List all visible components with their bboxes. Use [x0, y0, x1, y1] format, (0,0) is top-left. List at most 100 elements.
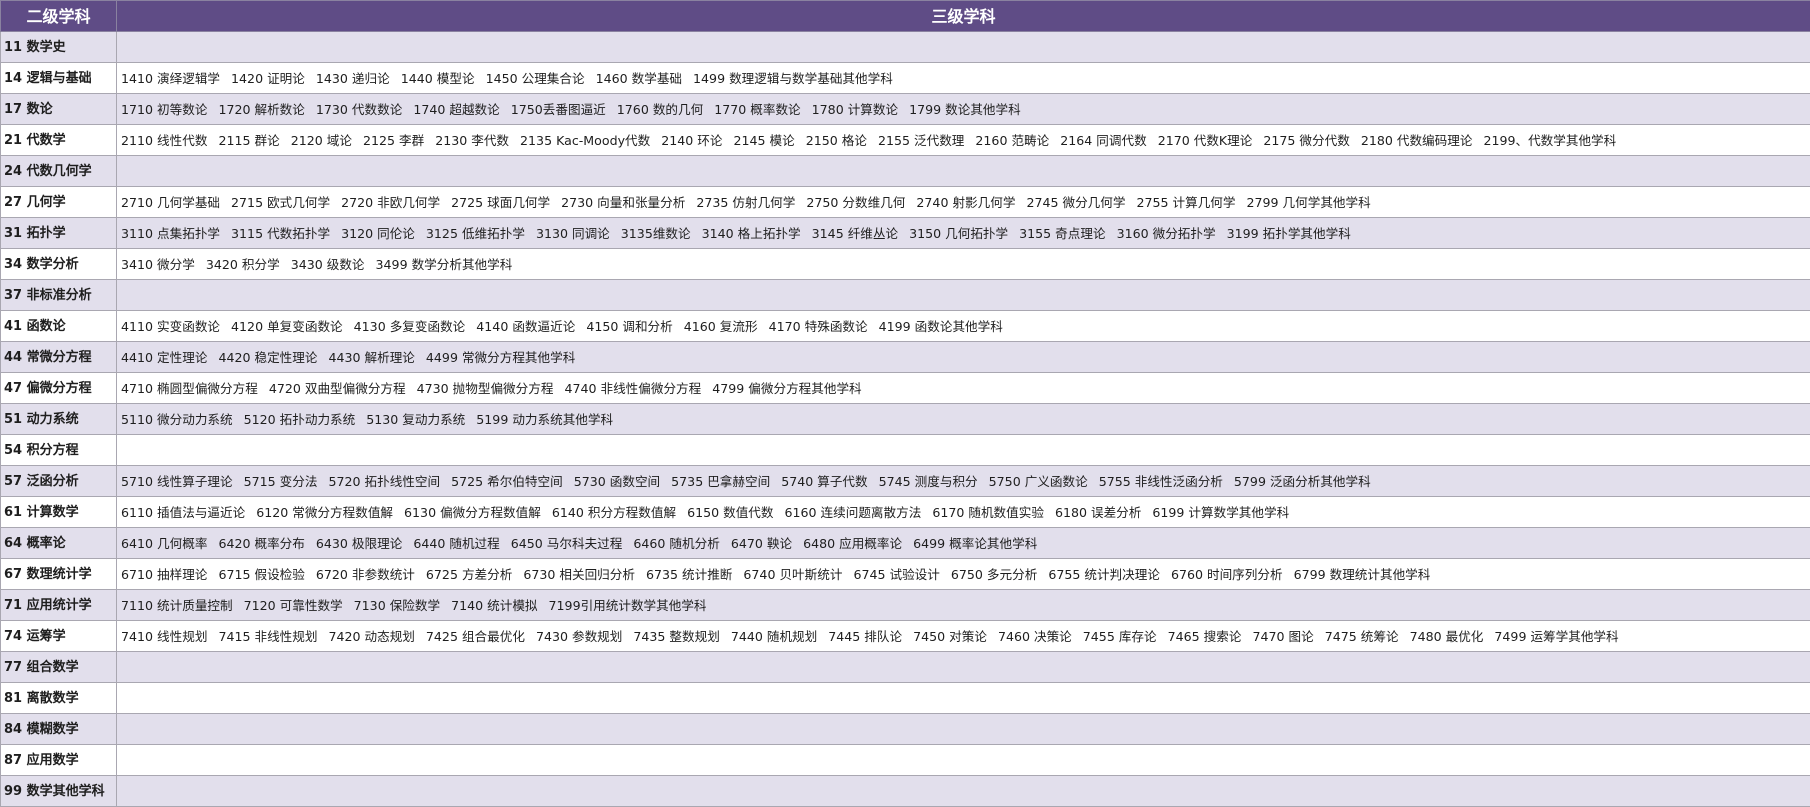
level3-subject: 7499 运筹学其他学科 [1494, 628, 1619, 644]
level3-subject: 6170 随机数值实验 [932, 504, 1044, 520]
level3-subject: 3160 微分拓扑学 [1116, 225, 1216, 241]
level2-subject-cell: 51 动力系统 [0, 403, 117, 435]
level3-subject: 1760 数的几何 [616, 101, 704, 117]
level3-subject: 4730 抛物型偏微分方程 [416, 380, 554, 396]
level3-subject: 2725 球面几何学 [451, 194, 551, 210]
table-row: 54 积分方程 [0, 434, 1810, 466]
table-row: 77 组合数学 [0, 651, 1810, 683]
table-row: 99 数学其他学科 [0, 775, 1810, 807]
level3-subject: 7140 统计模拟 [451, 597, 538, 613]
table-row: 51 动力系统 5110 微分动力系统 5120 拓扑动力系统 5130 复动力系统 5… [0, 403, 1810, 435]
level3-subject: 2710 几何学基础 [121, 194, 221, 210]
level3-subject: 6760 时间序列分析 [1170, 566, 1283, 582]
level3-subjects-cell: 6110 插值法与逼近论 6120 常微分方程数值解 6130 偏微分方程数值解 61… [116, 496, 1810, 528]
level3-subject: 6120 常微分方程数值解 [256, 504, 394, 520]
level3-subject: 1460 数学基础 [595, 70, 683, 86]
level2-subject-cell: 64 概率论 [0, 527, 117, 559]
table-row: 41 函数论 4110 实变函数论 4120 单复变函数论 4130 多复变函数论 41… [0, 310, 1810, 342]
table-row: 27 几何学 2710 几何学基础 2715 欧式几何学 2720 非欧几何学 2725… [0, 186, 1810, 218]
level3-subject: 6730 相关回归分析 [523, 566, 635, 582]
level3-subject: 2120 域论 [290, 132, 352, 148]
level3-subjects-cell: 1410 演绎逻辑学 1420 证明论 1430 递归论 1440 模型论 1450 公… [116, 62, 1810, 94]
level3-subject: 5745 测度与积分 [878, 473, 978, 489]
table-row: 24 代数几何学 [0, 155, 1810, 187]
level3-subject: 2735 仿射几何学 [696, 194, 796, 210]
level3-subject: 3199 拓扑学其他学科 [1226, 225, 1351, 241]
level2-subject-cell: 57 泛函分析 [0, 465, 117, 497]
level3-subject: 6499 概率论其他学科 [913, 535, 1038, 551]
level3-subjects-cell [116, 651, 1810, 683]
table-row: 64 概率论 6410 几何概率 6420 概率分布 6430 极限理论 6440 随机… [0, 527, 1810, 559]
level3-subject: 1430 递归论 [315, 70, 390, 86]
level3-subject: 7440 随机规划 [730, 628, 818, 644]
level2-subject-cell: 81 离散数学 [0, 682, 117, 714]
level2-subject-cell: 31 拓扑学 [0, 217, 117, 249]
table-row: 47 偏微分方程 4710 椭圆型偏微分方程 4720 双曲型偏微分方程 4730 抛… [0, 372, 1810, 404]
level3-subjects-cell [116, 713, 1810, 745]
level3-subjects-cell: 2110 线性代数 2115 群论 2120 域论 2125 李群 2130 李代数 21… [116, 124, 1810, 156]
level3-subject: 5715 变分法 [243, 473, 318, 489]
level3-subject: 4430 解析理论 [328, 349, 415, 365]
level2-subject-cell: 21 代数学 [0, 124, 117, 156]
level3-subject: 1730 代数数论 [315, 101, 403, 117]
level3-subject: 5199 动力系统其他学科 [476, 411, 614, 427]
level3-subject: 2130 李代数 [435, 132, 510, 148]
level2-subject-cell: 11 数学史 [0, 31, 117, 63]
level3-subjects-cell [116, 279, 1810, 311]
level3-subject: 1799 数论其他学科 [909, 101, 1021, 117]
level3-subject: 4799 偏微分方程其他学科 [712, 380, 862, 396]
level3-subject: 2745 微分几何学 [1026, 194, 1126, 210]
level3-subject: 6130 偏微分方程数值解 [404, 504, 541, 520]
level3-subject: 5120 拓扑动力系统 [243, 411, 356, 427]
level2-subject-cell: 37 非标准分析 [0, 279, 117, 311]
level2-subject-cell: 41 函数论 [0, 310, 117, 342]
level3-subject: 1420 证明论 [231, 70, 305, 86]
level3-subject: 6460 随机分析 [633, 535, 720, 551]
level3-subject: 1410 演绎逻辑学 [121, 70, 221, 86]
level3-subject: 6750 多元分析 [950, 566, 1038, 582]
level2-subject-cell: 84 模糊数学 [0, 713, 117, 745]
table-row: 67 数理统计学 6710 抽样理论 6715 假设检验 6720 非参数统计 6725… [0, 558, 1810, 590]
level3-subject: 6720 非参数统计 [315, 566, 415, 582]
level2-subject-cell: 67 数理统计学 [0, 558, 117, 590]
table-row: 81 离散数学 [0, 682, 1810, 714]
level3-subject: 6410 几何概率 [121, 535, 208, 551]
level3-subject: 5740 算子代数 [781, 473, 868, 489]
level3-subject: 3145 纤维丛论 [811, 225, 899, 241]
level3-subject: 3135维数论 [620, 225, 691, 241]
header-row: 二级学科 三级学科 [0, 0, 1810, 32]
level2-subject-cell: 27 几何学 [0, 186, 117, 218]
level3-subject: 5710 线性算子理论 [121, 473, 233, 489]
level3-subject: 3125 低维拓扑学 [425, 225, 525, 241]
level3-subject: 7120 可靠性数学 [243, 597, 343, 613]
level3-subject: 7410 线性规划 [121, 628, 208, 644]
level3-subject: 1740 超越数论 [413, 101, 500, 117]
level3-subject: 4160 复流形 [683, 318, 758, 334]
level3-subject: 2140 环论 [661, 132, 723, 148]
table-row: 84 模糊数学 [0, 713, 1810, 745]
level3-subject: 2155 泛代数理 [877, 132, 965, 148]
level2-subject-cell: 54 积分方程 [0, 434, 117, 466]
level2-subject-cell: 77 组合数学 [0, 651, 117, 683]
level3-subject: 1750丢番图逼近 [510, 101, 606, 117]
level3-subject: 2199、代数学其他学科 [1483, 132, 1617, 148]
level3-subject: 4170 特殊函数论 [768, 318, 868, 334]
level3-subjects-cell: 3110 点集拓扑学 3115 代数拓扑学 3120 同伦论 3125 低维拓扑学 31… [116, 217, 1810, 249]
level3-subjects-cell [116, 155, 1810, 187]
level3-subject: 7455 库存论 [1082, 628, 1157, 644]
level3-subjects-cell [116, 744, 1810, 776]
level3-subject: 1720 解析数论 [218, 101, 305, 117]
level3-subject: 3115 代数拓扑学 [231, 225, 331, 241]
level3-subject: 5725 希尔伯特空间 [451, 473, 563, 489]
level3-subject: 5110 微分动力系统 [121, 411, 233, 427]
level3-subject: 7430 参数规划 [535, 628, 623, 644]
level3-subjects-cell: 6710 抽样理论 6715 假设检验 6720 非参数统计 6725 方差分析 673… [116, 558, 1810, 590]
level3-subject: 7425 组合最优化 [425, 628, 525, 644]
level3-subject: 4420 稳定性理论 [218, 349, 318, 365]
level3-subject: 1770 概率数论 [714, 101, 801, 117]
level3-subjects-cell: 1710 初等数论 1720 解析数论 1730 代数数论 1740 超越数论 1750… [116, 93, 1810, 125]
level3-subjects-cell: 5710 线性算子理论 5715 变分法 5720 拓扑线性空间 5725 希尔伯特空… [116, 465, 1810, 497]
level3-subject: 1440 模型论 [400, 70, 475, 86]
level3-subject: 1710 初等数论 [121, 101, 208, 117]
level3-subjects-cell [116, 434, 1810, 466]
